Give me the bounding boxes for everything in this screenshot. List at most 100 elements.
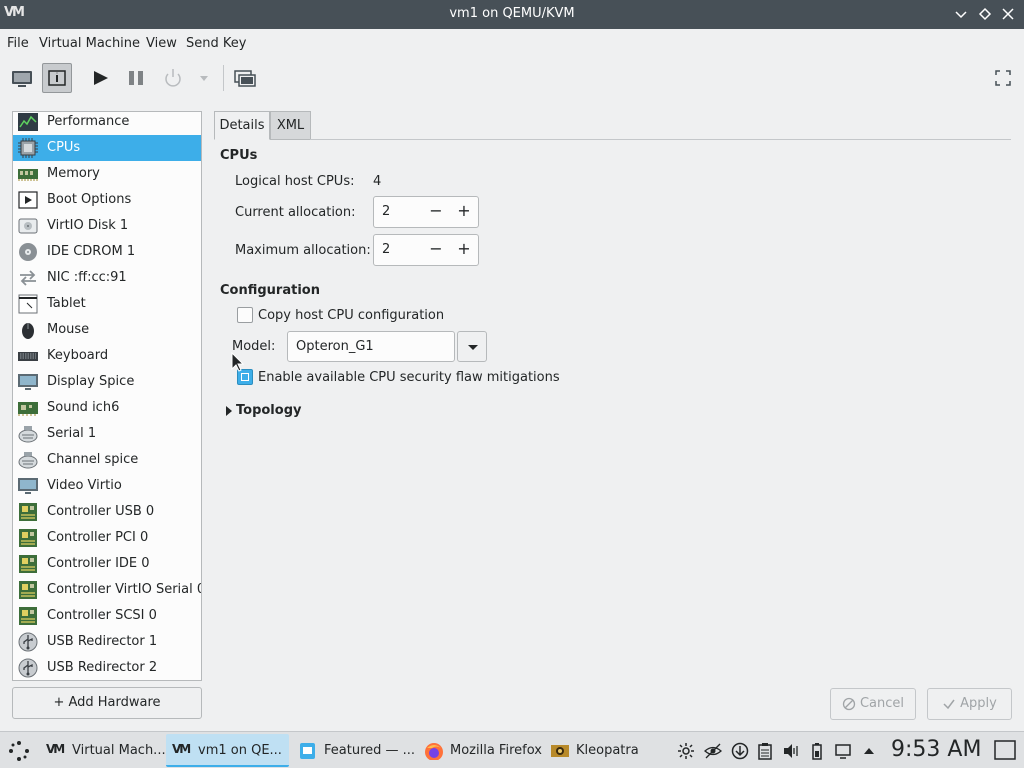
cpu-icon — [17, 137, 39, 159]
topology-expander[interactable]: Topology — [224, 402, 314, 420]
dropdown-arrow-icon[interactable] — [194, 63, 214, 93]
tab-xml[interactable]: XML — [270, 111, 311, 140]
volume-muted-icon[interactable] — [782, 742, 800, 760]
toolbar-separator — [223, 65, 224, 91]
expand-tray-icon[interactable] — [860, 742, 878, 760]
sidebar-item-usb-redirector-1[interactable]: USB Redirector 1 — [13, 629, 201, 655]
usb-icon — [17, 657, 39, 679]
eye-icon[interactable] — [704, 742, 722, 760]
show-desktop-icon[interactable] — [993, 738, 1017, 762]
sidebar-item-controller-scsi-0[interactable]: Controller SCSI 0 — [13, 603, 201, 629]
pause-icon[interactable] — [122, 63, 152, 93]
model-value[interactable]: Opteron_G1 — [296, 339, 374, 354]
sidebar-item-controller-virtio-serial-0[interactable]: Controller VirtIO Serial 0 — [13, 577, 201, 603]
clipboard-icon[interactable] — [756, 742, 774, 760]
mouse-cursor-icon — [231, 352, 245, 372]
model-combobox[interactable]: Opteron_G1 — [287, 331, 455, 362]
console-icon[interactable] — [7, 63, 37, 93]
sidebar-item-boot-options[interactable]: Boot Options — [13, 187, 201, 213]
details-icon[interactable] — [42, 63, 72, 93]
menu-file[interactable]: File — [7, 36, 29, 51]
sidebar-item-usb-redirector-2[interactable]: USB Redirector 2 — [13, 655, 201, 680]
sidebar-item-memory[interactable]: Memory — [13, 161, 201, 187]
check-icon — [943, 699, 955, 709]
chevron-down-icon[interactable] — [952, 5, 970, 23]
add-hardware-button[interactable]: + Add Hardware — [12, 687, 202, 719]
application-launcher-icon[interactable] — [7, 739, 31, 763]
channel-icon — [17, 449, 39, 471]
sidebar-item-label: Keyboard — [47, 348, 109, 363]
task-vm1-console[interactable]: VM vm1 on QE... — [166, 734, 289, 767]
diamond-icon[interactable] — [976, 5, 994, 23]
sidebar-item-channel-spice[interactable]: Channel spice — [13, 447, 201, 473]
topology-label[interactable]: Topology — [236, 403, 301, 418]
task-firefox[interactable]: Mozilla Firefox — [418, 734, 542, 767]
sidebar-item-controller-pci-0[interactable]: Controller PCI 0 — [13, 525, 201, 551]
menu-view[interactable]: View — [146, 36, 177, 51]
sidebar-item-virtio-disk-1[interactable]: VirtIO Disk 1 — [13, 213, 201, 239]
sidebar-item-display-spice[interactable]: Display Spice — [13, 369, 201, 395]
sidebar-item-sound-ich6[interactable]: Sound ich6 — [13, 395, 201, 421]
sidebar-item-mouse[interactable]: Mouse — [13, 317, 201, 343]
keyboard-icon — [17, 345, 39, 367]
task-label: Virtual Mach... — [72, 743, 166, 758]
sidebar-item-controller-usb-0[interactable]: Controller USB 0 — [13, 499, 201, 525]
minus-icon[interactable]: − — [428, 201, 444, 223]
model-dropdown-button[interactable] — [457, 331, 487, 362]
sidebar-item-keyboard[interactable]: Keyboard — [13, 343, 201, 369]
network-icon[interactable] — [677, 742, 695, 760]
tab-details[interactable]: Details — [214, 111, 270, 140]
power-icon[interactable] — [158, 63, 188, 93]
discover-icon — [300, 743, 315, 759]
run-icon[interactable] — [86, 63, 116, 93]
maximum-allocation-spinbox[interactable]: 2 − + — [373, 234, 479, 266]
maximum-allocation-value[interactable]: 2 — [382, 242, 390, 257]
copy-host-cpu-label[interactable]: Copy host CPU configuration — [258, 308, 444, 323]
plus-icon[interactable]: + — [456, 201, 472, 223]
firefox-icon — [425, 743, 443, 760]
sound-icon — [17, 397, 39, 419]
configuration-heading: Configuration — [220, 283, 320, 298]
fullscreen-icon[interactable] — [988, 63, 1018, 93]
serial-icon — [17, 423, 39, 445]
current-allocation-value[interactable]: 2 — [382, 204, 390, 219]
sidebar-item-controller-ide-0[interactable]: Controller IDE 0 — [13, 551, 201, 577]
sidebar-item-serial-1[interactable]: Serial 1 — [13, 421, 201, 447]
menu-virtual-machine[interactable]: Virtual Machine — [39, 36, 140, 51]
sidebar-item-cpus[interactable]: CPUs — [13, 135, 201, 161]
updates-icon[interactable] — [731, 742, 749, 760]
sidebar-item-video-virtio[interactable]: Video Virtio — [13, 473, 201, 499]
taskbar: VM Virtual Mach... VM vm1 on QE... Featu… — [0, 731, 1024, 768]
plus-icon[interactable]: + — [456, 239, 472, 261]
close-icon[interactable] — [999, 5, 1017, 23]
copy-host-cpu-checkbox[interactable] — [237, 307, 253, 323]
task-discover[interactable]: Featured — ... — [292, 734, 415, 767]
battery-icon[interactable] — [808, 742, 826, 760]
sidebar-item-label: Sound ich6 — [47, 400, 120, 415]
sidebar-item-nic-ff-cc-91[interactable]: NIC :ff:cc:91 — [13, 265, 201, 291]
minus-icon[interactable]: − — [428, 239, 444, 261]
cancel-button[interactable]: Cancel — [830, 688, 916, 720]
current-allocation-spinbox[interactable]: 2 − + — [373, 196, 479, 228]
apply-button[interactable]: Apply — [927, 688, 1012, 720]
logical-host-cpus-value: 4 — [373, 174, 382, 189]
sidebar-item-label: Controller PCI 0 — [47, 530, 149, 545]
sidebar-item-label: Controller USB 0 — [47, 504, 155, 519]
sidebar-item-label: Memory — [47, 166, 100, 181]
clock[interactable]: 9:53 AM — [891, 737, 981, 762]
sidebar-item-tablet[interactable]: Tablet — [13, 291, 201, 317]
cpu-mitigations-label[interactable]: Enable available CPU security flaw mitig… — [258, 370, 560, 385]
title-bar: VM vm1 on QEMU/KVM — [0, 0, 1024, 29]
disk-icon — [17, 215, 39, 237]
snapshots-icon[interactable] — [230, 63, 260, 93]
sidebar-item-performance[interactable]: Performance — [13, 112, 201, 135]
task-virtual-machine-manager[interactable]: VM Virtual Mach... — [40, 734, 166, 767]
sidebar-item-label: Serial 1 — [47, 426, 97, 441]
toolbar — [0, 57, 1024, 99]
controller-icon — [17, 605, 39, 627]
sidebar-item-label: Tablet — [47, 296, 86, 311]
sidebar-item-ide-cdrom-1[interactable]: IDE CDROM 1 — [13, 239, 201, 265]
display-config-icon[interactable] — [834, 742, 852, 760]
menu-send-key[interactable]: Send Key — [186, 36, 246, 51]
task-kleopatra[interactable]: Kleopatra — [544, 734, 667, 767]
